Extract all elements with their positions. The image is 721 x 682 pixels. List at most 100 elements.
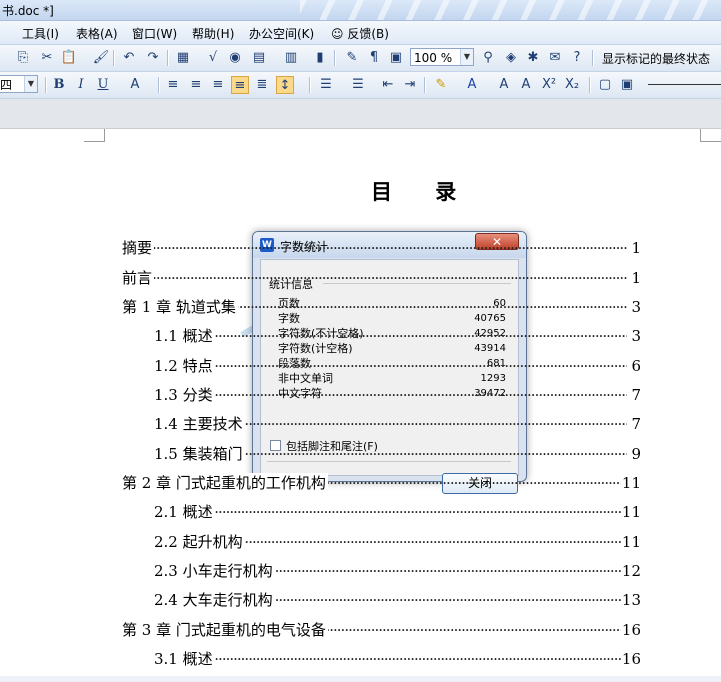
toc-row[interactable]: ········································…: [154, 414, 641, 434]
mail-icon[interactable]: ✉: [546, 49, 564, 67]
underline-icon[interactable]: U: [94, 76, 112, 94]
zoom-combo[interactable]: 100 % ▼: [410, 48, 474, 66]
toc-row-page: 12: [620, 561, 641, 581]
toc-row[interactable]: ········································…: [122, 620, 641, 640]
bold-icon[interactable]: B: [50, 76, 68, 94]
menu-office-space[interactable]: 办公空间(K): [249, 25, 314, 42]
align-right-icon[interactable]: ≡: [209, 76, 227, 94]
superscript-icon[interactable]: X²: [540, 76, 558, 94]
paste-icon[interactable]: 📋: [60, 49, 78, 67]
font-size-value: 四: [0, 78, 13, 92]
toc-row[interactable]: ········································…: [122, 238, 641, 258]
show-hide-icon[interactable]: ¶: [365, 49, 383, 67]
toc-row-page: 6: [630, 356, 641, 376]
toc-row-page: 11: [620, 473, 641, 493]
toc-row-page: 13: [620, 590, 641, 610]
toc-leader-dots: ········································…: [154, 357, 627, 375]
shading-icon[interactable]: ▣: [618, 76, 636, 94]
increase-indent-icon[interactable]: ⇥: [401, 76, 419, 94]
menu-table[interactable]: 表格(A): [76, 25, 118, 42]
help-icon[interactable]: ?: [568, 49, 586, 67]
toc-row[interactable]: ········································…: [154, 326, 641, 346]
toc-row[interactable]: ········································…: [122, 297, 641, 317]
toc-row-label: 1.3 分类: [154, 385, 215, 405]
gift-icon[interactable]: ✱: [524, 49, 542, 67]
toc-row[interactable]: ········································…: [122, 268, 641, 288]
table-grid-icon[interactable]: ▤: [250, 49, 268, 67]
toc-row[interactable]: ········································…: [154, 590, 641, 610]
formatting-toolbar: 四 ▼ B I U A ≡ ≡ ≡ ≡ ≣ ↕ ☰ ☰ ⇤ ⇥ ✎ A A A …: [0, 72, 721, 99]
bullet-list-icon[interactable]: ☰: [349, 76, 367, 94]
toc-row[interactable]: ········································…: [122, 473, 641, 493]
toolbar-separator: [167, 50, 169, 66]
window-title-bar: 书.doc *]: [0, 0, 721, 21]
numbered-list-icon[interactable]: ☰: [317, 76, 335, 94]
toc-row[interactable]: ········································…: [154, 356, 641, 376]
columns-icon[interactable]: ▥: [282, 49, 300, 67]
line-spacing-icon[interactable]: ↕: [276, 76, 294, 94]
formula-icon[interactable]: √: [204, 49, 222, 67]
copy-icon[interactable]: ⎘: [14, 49, 32, 67]
toolbar-separator: [334, 50, 336, 66]
toc-row-label: 1.5 集装箱门: [154, 444, 245, 464]
toc-row-label: 2.3 小车走行机构: [154, 561, 275, 581]
chevron-down-icon[interactable]: ▼: [24, 76, 37, 92]
menu-help[interactable]: 帮助(H): [192, 25, 234, 42]
menu-window[interactable]: 窗口(W): [132, 25, 177, 42]
italic-icon[interactable]: I: [72, 76, 90, 94]
drawing-icon[interactable]: ✎: [343, 49, 361, 67]
toc-row[interactable]: ········································…: [154, 385, 641, 405]
toc-row[interactable]: ········································…: [154, 649, 641, 669]
align-left-icon[interactable]: ≡: [164, 76, 182, 94]
toc-row-page: 7: [630, 414, 641, 434]
markup-state-select[interactable]: 显示标记的最终状态: [602, 50, 710, 67]
shrink-font-icon[interactable]: A: [517, 76, 535, 94]
cut-icon[interactable]: ✂: [38, 49, 56, 67]
menu-tools[interactable]: 工具(I): [22, 25, 59, 42]
translate-icon[interactable]: ◈: [502, 49, 520, 67]
insert-table-icon[interactable]: ▦: [174, 49, 192, 67]
toolbar-separator: [589, 77, 591, 93]
toc-row-label: 1.4 主要技术: [154, 414, 245, 434]
undo-icon[interactable]: ↶: [120, 49, 138, 67]
toc-row[interactable]: ········································…: [154, 532, 641, 552]
web-icon[interactable]: ◉: [226, 49, 244, 67]
justify-icon[interactable]: ≡: [231, 76, 249, 94]
line-style-preview[interactable]: [648, 84, 721, 85]
toc-leader-dots: ········································…: [154, 503, 627, 521]
find-icon[interactable]: ⚲: [479, 49, 497, 67]
toc-title: 目 录: [371, 179, 475, 204]
toolbar-separator: [592, 50, 594, 66]
toc-row[interactable]: ········································…: [154, 502, 641, 522]
highlight-icon[interactable]: ✎: [432, 76, 450, 94]
menu-feedback[interactable]: ☺ 反馈(B): [331, 25, 389, 42]
toc-row-page: 3: [630, 326, 641, 346]
toc-row-page: 11: [620, 502, 641, 522]
status-bar-edge: [0, 676, 721, 682]
subscript-icon[interactable]: X₂: [563, 76, 581, 94]
font-effect-icon[interactable]: A: [126, 76, 144, 94]
chevron-down-icon[interactable]: ▼: [460, 49, 473, 65]
grow-font-icon[interactable]: A: [495, 76, 513, 94]
border-icon[interactable]: ▢: [596, 76, 614, 94]
toc-row[interactable]: ········································…: [154, 561, 641, 581]
toc-row[interactable]: ········································…: [154, 444, 641, 464]
toc-row-label: 1.1 概述: [154, 326, 215, 346]
distribute-icon[interactable]: ≣: [253, 76, 271, 94]
standard-toolbar: ⎘ ✂ 📋 🖌 ↶ ↷ ▦ √ ◉ ▤ ▥ ▮ ✎ ¶ ▣ 100 % ▼ ⚲ …: [0, 45, 721, 72]
font-size-combo[interactable]: 四 ▼: [0, 75, 38, 93]
font-color-icon[interactable]: A: [463, 76, 481, 94]
align-center-icon[interactable]: ≡: [187, 76, 205, 94]
title-decoration: [300, 0, 721, 20]
toc-row-page: 16: [620, 649, 641, 669]
format-painter-icon[interactable]: 🖌: [92, 49, 110, 67]
redo-icon[interactable]: ↷: [144, 49, 162, 67]
toc-row-page: 1: [630, 238, 641, 258]
chart-icon[interactable]: ▮: [311, 49, 329, 67]
document-map-icon[interactable]: ▣: [387, 49, 405, 67]
toc-row-page: 3: [630, 297, 641, 317]
decrease-indent-icon[interactable]: ⇤: [379, 76, 397, 94]
toc-leader-dots: ········································…: [154, 327, 627, 345]
toolbar-separator: [424, 77, 426, 93]
toc-row-label: 第 3 章 门式起重机的电气设备: [122, 620, 328, 640]
